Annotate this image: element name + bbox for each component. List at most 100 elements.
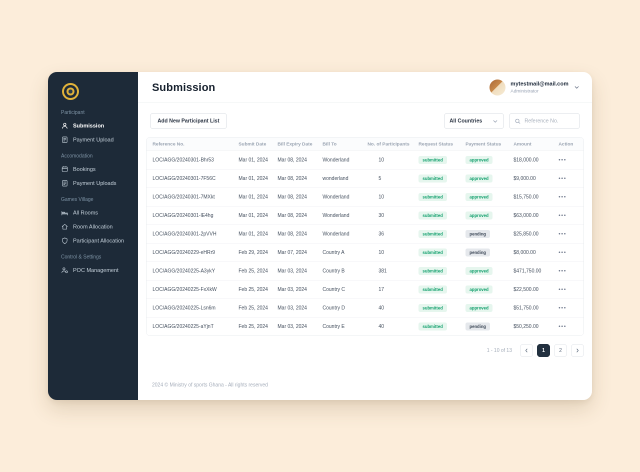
user-menu[interactable]: mytestmail@mail.com Administrator (490, 79, 580, 95)
status-badge: submitted (419, 175, 447, 183)
status-badge: submitted (419, 212, 447, 220)
cell-participants: 30 (368, 213, 419, 219)
cell-bill-to: wonderland (323, 176, 368, 182)
reference-search-input[interactable] (525, 118, 575, 124)
sidebar-section: Games VillageAll RoomsRoom AllocationPar… (61, 197, 133, 245)
user-role: Administrator (511, 88, 569, 94)
table-row: LOC/AGG/20240229-eHRr9Feb 29, 2024Mar 07… (147, 243, 584, 262)
cell-reference: LOC/AGG/20240225-Lsn6m (153, 305, 239, 311)
cell-amount: $22,500.00 (514, 287, 559, 293)
row-actions-button[interactable]: ••• (559, 324, 567, 330)
row-actions-button[interactable]: ••• (559, 305, 567, 311)
sidebar-nav: ParticipantSubmissionPayment UploadAccom… (61, 110, 133, 274)
cell-payment-status: approved (466, 175, 514, 183)
status-badge: pending (466, 323, 491, 331)
cell-amount: $15,750.00 (514, 194, 559, 200)
status-badge: approved (466, 304, 493, 312)
sidebar-item-submission[interactable]: Submission (61, 122, 133, 130)
cell-amount: $25,850.00 (514, 231, 559, 237)
row-actions-button[interactable]: ••• (559, 194, 567, 200)
chevron-down-icon (492, 118, 499, 125)
cell-bill-expiry-date: Mar 03, 2024 (278, 324, 323, 330)
sidebar-section-label: Participant (61, 110, 133, 116)
cell-payment-status: approved (466, 212, 514, 220)
table-row: LOC/AGG/20240225-aYjnTFeb 25, 2024Mar 03… (147, 317, 584, 336)
sidebar-item-all-rooms[interactable]: All Rooms (61, 209, 133, 217)
column-header: Reference No. (153, 141, 239, 147)
cell-reference: LOC/AGG/20240301-7MXkt (153, 194, 239, 200)
cell-request-status: submitted (419, 193, 466, 201)
row-actions-button[interactable]: ••• (559, 176, 567, 182)
receipt-icon (61, 136, 69, 144)
row-actions-button[interactable]: ••• (559, 231, 567, 237)
cell-payment-status: pending (466, 323, 514, 331)
sidebar-item-label: Bookings (73, 166, 96, 172)
column-header: Amount (514, 141, 559, 147)
cell-amount: $50,250.00 (514, 324, 559, 330)
cell-request-status: submitted (419, 323, 466, 331)
page-title: Submission (152, 81, 215, 94)
status-badge: pending (466, 249, 491, 257)
pagination-page-button[interactable]: 1 (537, 344, 550, 357)
pagination-next-button[interactable] (571, 344, 584, 357)
table-row: LOC/AGG/20240301-lE4hgMar 01, 2024Mar 08… (147, 206, 584, 225)
search-icon (515, 118, 522, 125)
status-badge: submitted (419, 323, 447, 331)
sidebar-item-bookings[interactable]: Bookings (61, 166, 133, 174)
cell-bill-to: Country D (323, 305, 368, 311)
row-actions-button[interactable]: ••• (559, 213, 567, 219)
cell-action: ••• (559, 176, 578, 182)
badge-icon (61, 237, 69, 245)
cell-submit-date: Feb 25, 2024 (239, 268, 278, 274)
cell-amount: $9,000.00 (514, 176, 559, 182)
add-participant-list-button[interactable]: Add New Participant List (150, 113, 227, 129)
status-badge: approved (466, 175, 493, 183)
table-row: LOC/AGG/20240225-A3ykYFeb 25, 2024Mar 03… (147, 262, 584, 281)
cell-payment-status: pending (466, 249, 514, 257)
cell-action: ••• (559, 324, 578, 330)
cell-participants: 10 (368, 157, 419, 163)
status-badge: approved (466, 156, 493, 164)
cell-bill-expiry-date: Mar 08, 2024 (278, 231, 323, 237)
row-actions-button[interactable]: ••• (559, 287, 567, 293)
sidebar-item-room-allocation[interactable]: Room Allocation (61, 223, 133, 231)
cell-action: ••• (559, 250, 578, 256)
sidebar-item-payment-upload[interactable]: Payment Upload (61, 136, 133, 144)
cell-bill-expiry-date: Mar 08, 2024 (278, 176, 323, 182)
sidebar-item-label: Payment Uploads (73, 180, 116, 186)
pagination-page-button[interactable]: 2 (554, 344, 567, 357)
cell-action: ••• (559, 305, 578, 311)
cell-payment-status: approved (466, 156, 514, 164)
sidebar-item-participant-allocation[interactable]: Participant Allocation (61, 237, 133, 245)
sidebar-item-label: All Rooms (73, 210, 98, 216)
cell-amount: $51,750.00 (514, 305, 559, 311)
cell-submit-date: Feb 25, 2024 (239, 287, 278, 293)
cell-bill-to: Country A (323, 250, 368, 256)
app-window: ParticipantSubmissionPayment UploadAccom… (48, 72, 592, 400)
page-background: ParticipantSubmissionPayment UploadAccom… (0, 0, 640, 472)
status-badge: submitted (419, 230, 447, 238)
cell-bill-to: Wonderland (323, 213, 368, 219)
cell-payment-status: approved (466, 304, 514, 312)
country-filter-value: All Countries (450, 118, 483, 124)
app-logo-crest (67, 88, 75, 96)
cell-payment-status: pending (466, 230, 514, 238)
sidebar-item-payment-uploads[interactable]: Payment Uploads (61, 180, 133, 188)
pagination-prev-button[interactable] (520, 344, 533, 357)
sidebar-item-poc-management[interactable]: POC Management (61, 267, 133, 275)
cell-participants: 5 (368, 176, 419, 182)
reference-search (509, 113, 580, 129)
country-filter-select[interactable]: All Countries (444, 113, 504, 129)
cell-participants: 10 (368, 250, 419, 256)
main-content: Submission mytestmail@mail.com Administr… (138, 72, 592, 400)
cell-action: ••• (559, 194, 578, 200)
cell-action: ••• (559, 157, 578, 163)
app-logo-ring (64, 85, 77, 98)
cell-submit-date: Mar 01, 2024 (239, 176, 278, 182)
row-actions-button[interactable]: ••• (559, 157, 567, 163)
row-actions-button[interactable]: ••• (559, 268, 567, 274)
cell-bill-to: Country E (323, 324, 368, 330)
row-actions-button[interactable]: ••• (559, 250, 567, 256)
user-email: mytestmail@mail.com (511, 81, 569, 87)
cell-action: ••• (559, 287, 578, 293)
